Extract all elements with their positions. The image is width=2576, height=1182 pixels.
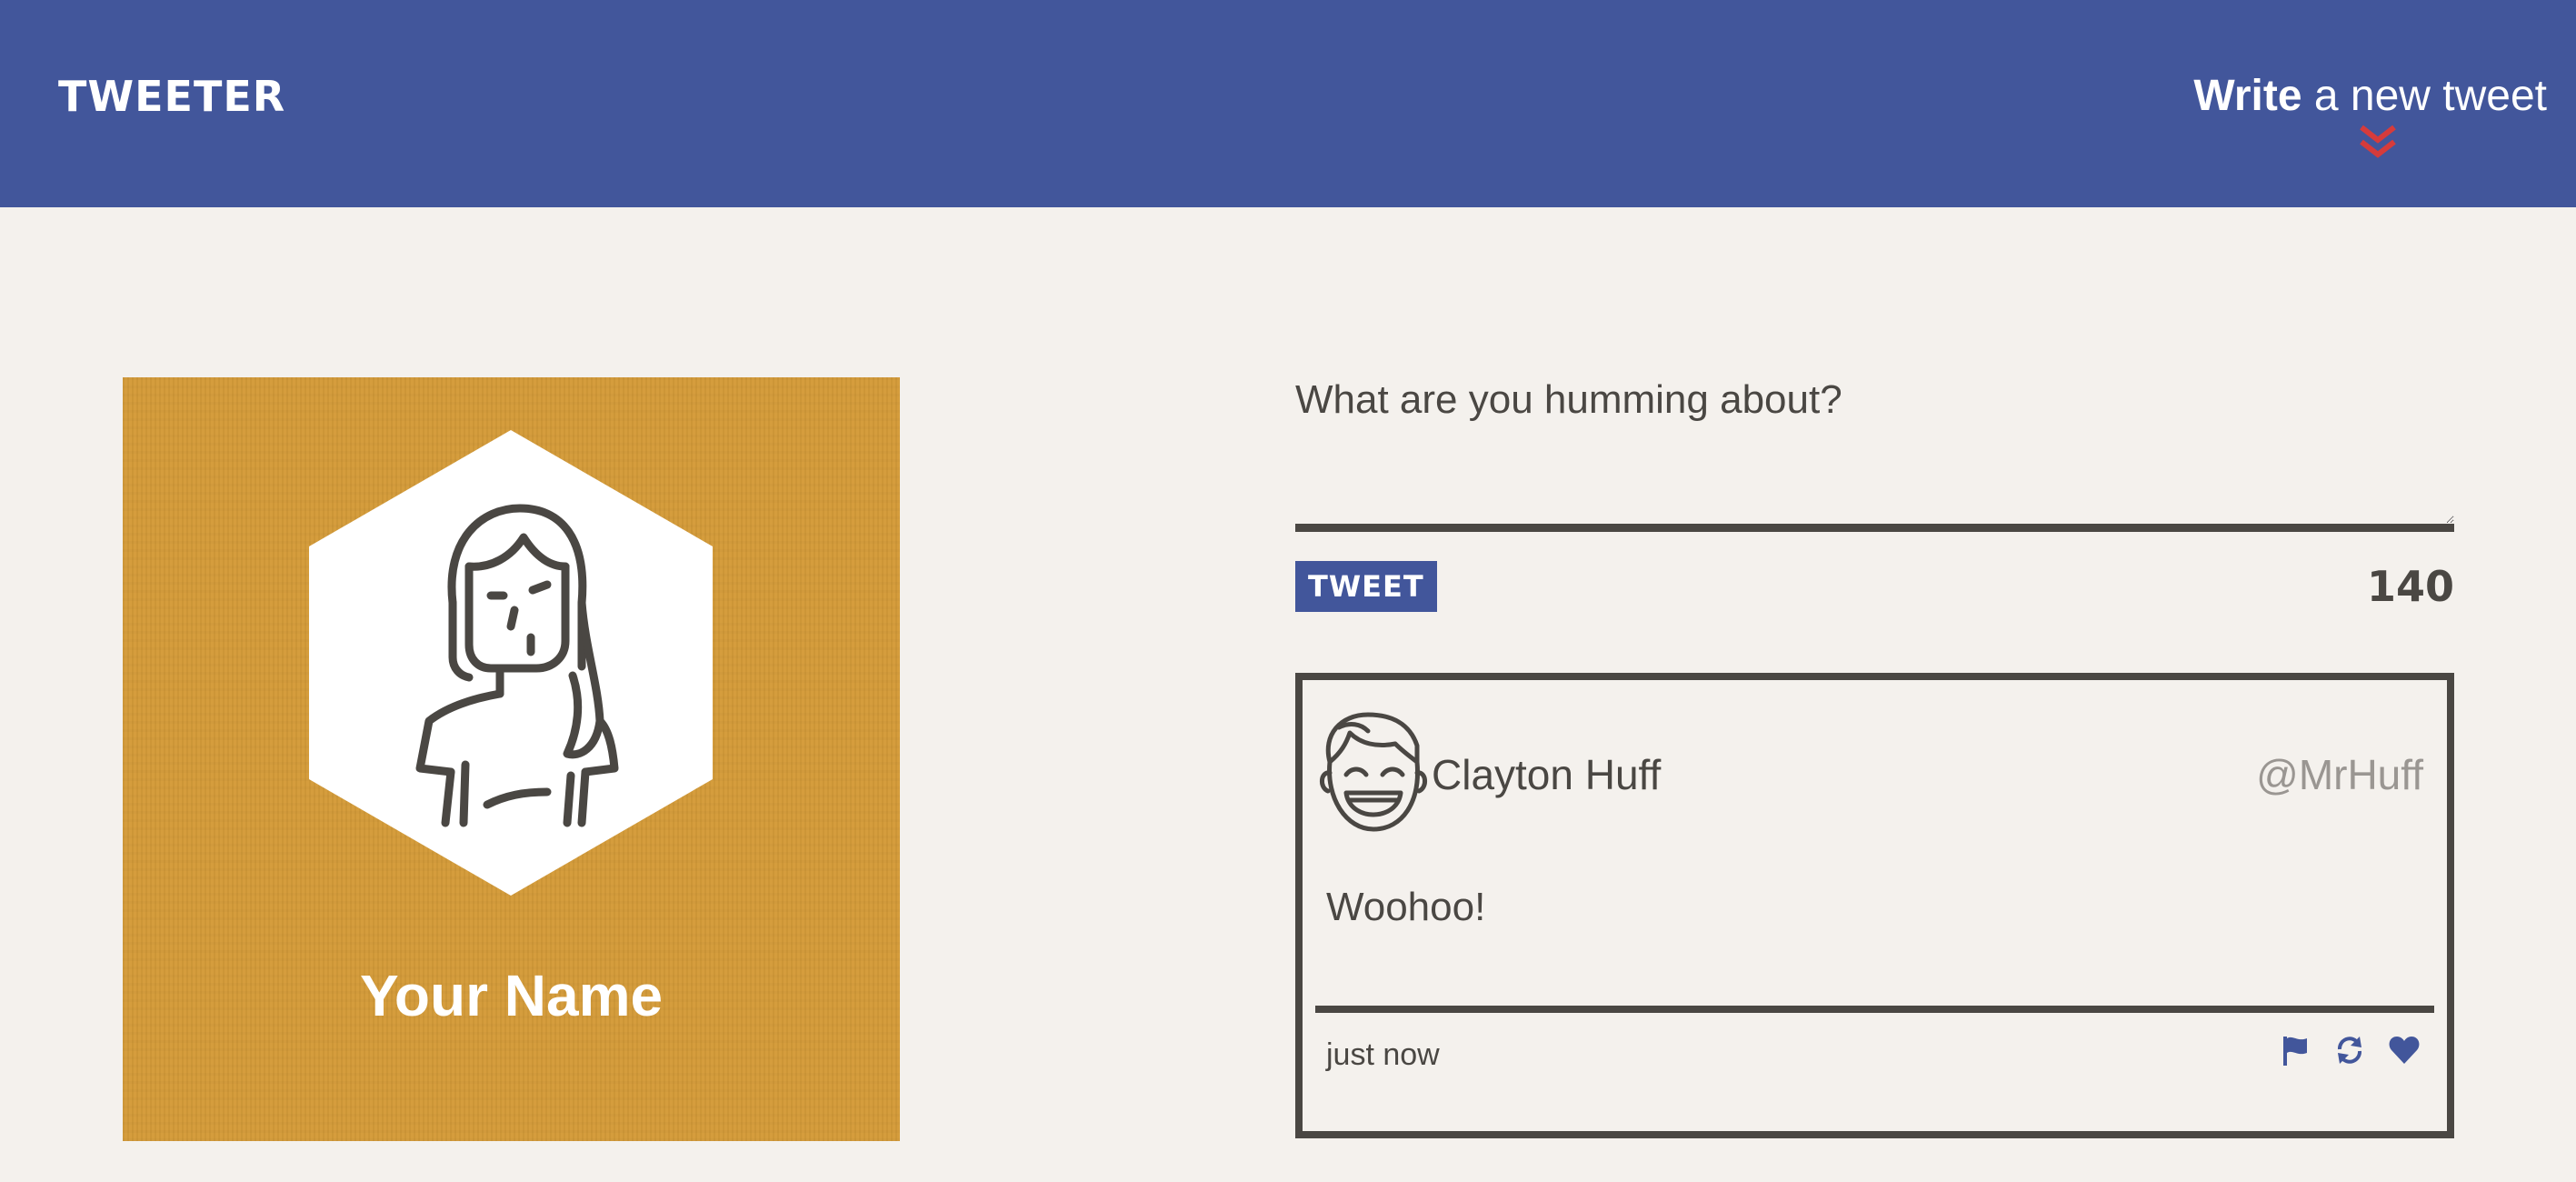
tweet-actions <box>2278 1033 2421 1069</box>
profile-name: Your Name <box>359 963 664 1028</box>
tweet-card: Clayton Huff @MrHuff Woohoo! just now <box>1295 673 2454 1138</box>
retweet-icon[interactable] <box>2332 1033 2367 1067</box>
user-profile-card: Your Name <box>123 377 900 1141</box>
tweet-submit-button[interactable]: TWEET <box>1295 561 1437 612</box>
tweet-content: Woohoo! <box>1326 885 1486 929</box>
character-counter: 140 <box>2366 562 2454 611</box>
tweet-timestamp: just now <box>1326 1037 1440 1072</box>
woman-avatar-icon <box>309 430 713 896</box>
flag-icon[interactable] <box>2278 1033 2312 1067</box>
smiling-man-avatar-icon <box>1320 712 1427 832</box>
tweet-author-name: Clayton Huff <box>1432 751 1662 798</box>
write-new-tweet-label: a new tweet <box>2301 72 2547 120</box>
composer-footer: TWEET 140 <box>1295 561 2454 625</box>
heart-icon[interactable] <box>2387 1033 2421 1067</box>
top-nav: TWEETER Write a new tweet <box>0 0 2576 207</box>
brand-logo[interactable]: TWEETER <box>58 71 285 122</box>
new-tweet-form: TWEET 140 <box>1295 368 2454 625</box>
tweet-author-handle[interactable]: @MrHuff <box>2256 749 2423 800</box>
double-chevron-down-icon[interactable] <box>2358 124 2398 160</box>
tweet-text-input[interactable] <box>1295 368 2454 532</box>
tweet-divider <box>1315 1006 2434 1013</box>
write-new-tweet-toggle[interactable]: Write a new tweet <box>2193 69 2547 124</box>
write-new-tweet-strong: Write <box>2193 72 2302 120</box>
